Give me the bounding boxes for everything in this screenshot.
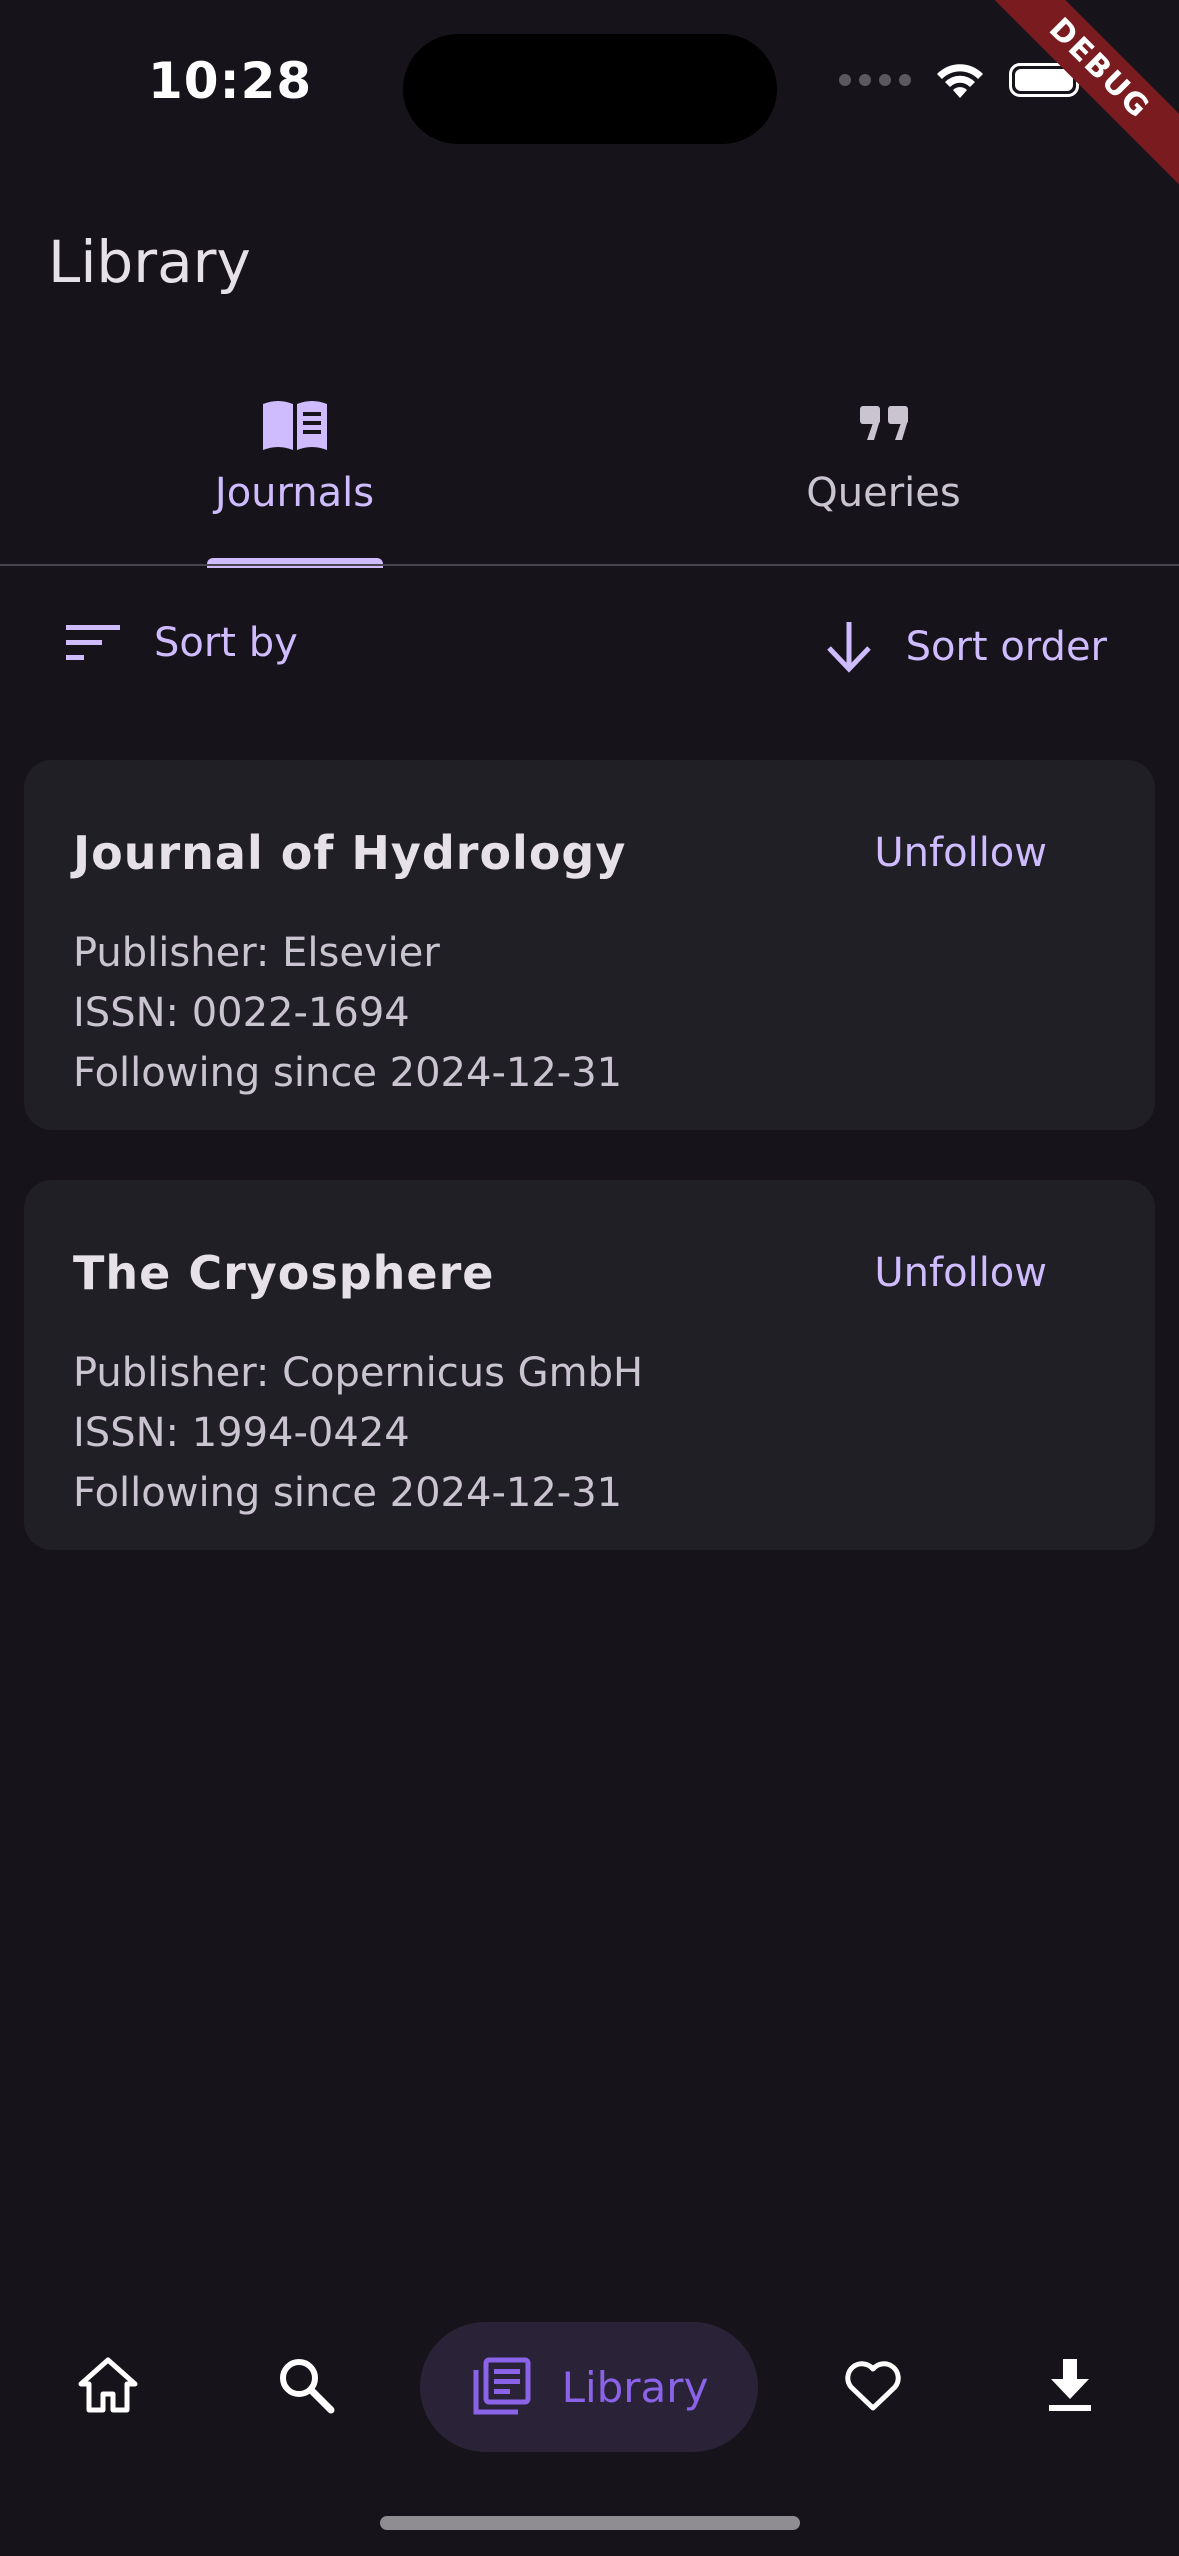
journal-publisher: Publisher: Copernicus GmbH <box>73 1350 644 1396</box>
unfollow-button[interactable]: Unfollow <box>874 1250 1047 1296</box>
journal-card[interactable]: The Cryosphere Unfollow Publisher: Coper… <box>24 1180 1155 1550</box>
tab-queries[interactable]: Queries <box>589 380 1178 566</box>
sort-by-label: Sort by <box>154 620 298 666</box>
dynamic-island <box>403 34 777 144</box>
search-icon <box>280 2359 335 2414</box>
tab-journals-label: Journals <box>214 470 375 516</box>
sort-order-button[interactable]: Sort order <box>822 620 1107 674</box>
home-icon <box>78 2357 138 2413</box>
sort-by-button[interactable]: Sort by <box>64 620 298 666</box>
sort-icon <box>66 625 120 660</box>
open-book-icon <box>262 401 327 450</box>
nav-favorites[interactable] <box>813 2330 933 2440</box>
library-icon <box>473 2357 531 2415</box>
tab-queries-label: Queries <box>806 470 961 516</box>
tab-bar: Journals Queries <box>0 380 1179 566</box>
nav-search[interactable] <box>246 2330 366 2440</box>
journal-following-since: Following since 2024-12-31 <box>73 1050 623 1096</box>
status-indicators <box>839 60 1086 100</box>
nav-library[interactable]: Library <box>420 2322 758 2452</box>
journal-issn: ISSN: 1994-0424 <box>73 1410 410 1456</box>
journal-title: Journal of Hydrology <box>73 826 627 880</box>
journal-title: The Cryosphere <box>73 1246 495 1300</box>
download-icon <box>1049 2359 1091 2411</box>
tabs-divider <box>0 564 1179 566</box>
tab-indicator <box>207 558 383 568</box>
library-screen: 10:28 DEBUG Library Journals Queries Sor… <box>0 0 1179 2556</box>
journal-following-since: Following since 2024-12-31 <box>73 1470 623 1516</box>
arrow-down-icon <box>826 622 871 673</box>
status-time: 10:28 <box>148 52 313 110</box>
wifi-icon <box>937 64 983 98</box>
home-indicator <box>380 2516 800 2530</box>
quote-icon <box>859 406 908 440</box>
nav-downloads[interactable] <box>1010 2330 1130 2440</box>
journal-issn: ISSN: 0022-1694 <box>73 990 410 1036</box>
sort-order-label: Sort order <box>905 624 1107 670</box>
page-title: Library <box>48 228 251 296</box>
tab-journals[interactable]: Journals <box>0 380 589 566</box>
cellular-signal-icon <box>839 74 911 86</box>
heart-icon <box>845 2361 901 2411</box>
journal-publisher: Publisher: Elsevier <box>73 930 440 976</box>
nav-library-label: Library <box>561 2362 709 2412</box>
journal-card[interactable]: Journal of Hydrology Unfollow Publisher:… <box>24 760 1155 1130</box>
nav-home[interactable] <box>48 2330 168 2440</box>
unfollow-button[interactable]: Unfollow <box>874 830 1047 876</box>
